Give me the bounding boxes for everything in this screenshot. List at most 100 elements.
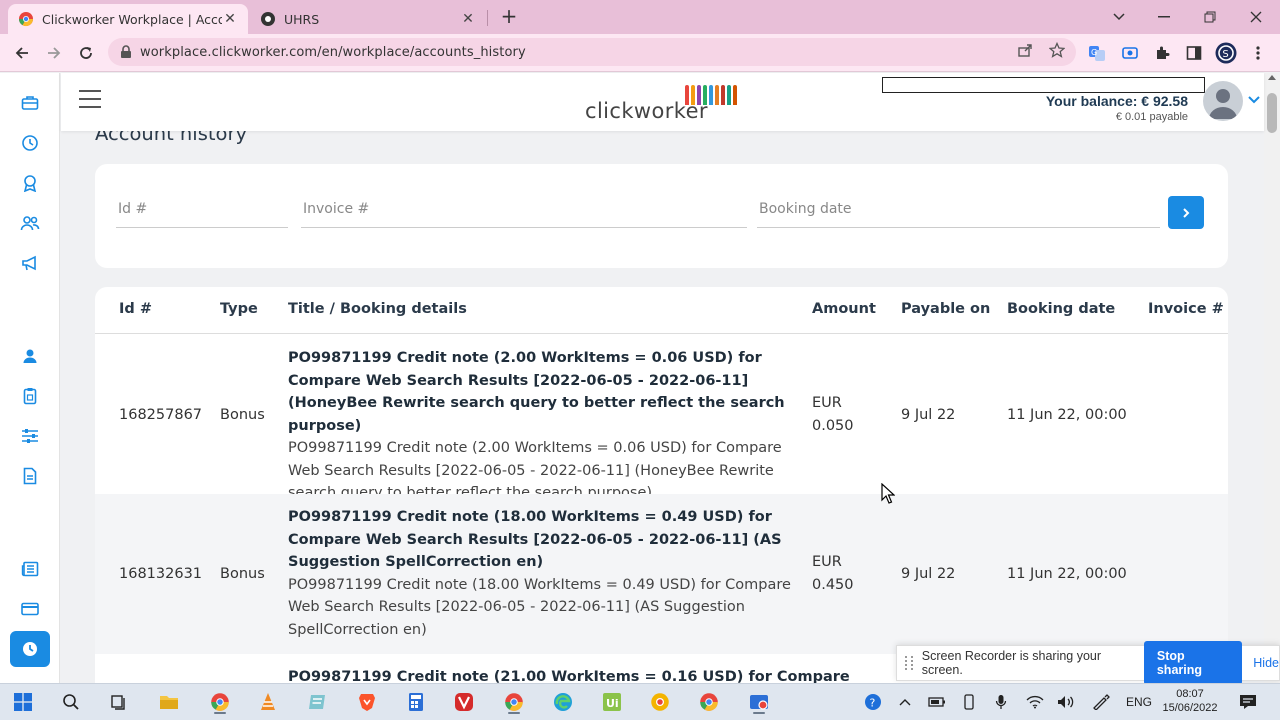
chrome-canary-icon[interactable] [647, 689, 673, 715]
account-history-table: Id # Type Title / Booking details Amount… [95, 287, 1228, 687]
bookmark-star-icon[interactable] [1048, 41, 1066, 59]
tab-uhrs[interactable]: UHRS ✕ [250, 4, 486, 34]
header-empty-box [882, 77, 1205, 93]
profile-avatar-icon[interactable]: S [1215, 42, 1237, 64]
table-row[interactable]: 168257867 Bonus PO99871199 Credit note (… [95, 334, 1228, 501]
screen-recorder-app-icon[interactable] [746, 689, 772, 715]
address-bar[interactable]: workplace.clickworker.com/en/workplace/a… [108, 38, 1076, 66]
chrome-favicon-icon [18, 11, 34, 27]
file-explorer-icon[interactable] [156, 689, 182, 715]
filter-card: Id # Invoice # Booking date [95, 164, 1228, 268]
column-header-type[interactable]: Type [220, 301, 258, 317]
profile-user-icon[interactable] [19, 345, 41, 367]
payment-card-icon[interactable] [19, 598, 41, 620]
microphone-icon[interactable] [992, 693, 1010, 711]
restore-button[interactable] [1195, 4, 1225, 30]
notes-app-icon[interactable] [305, 689, 331, 715]
chrome-profile-app-icon[interactable] [501, 689, 527, 715]
payable-amount: € 0.01 payable [1115, 111, 1188, 123]
forward-button[interactable] [42, 42, 66, 64]
close-tab-icon[interactable]: ✕ [222, 11, 238, 27]
history-clock-icon[interactable] [19, 132, 41, 154]
page-scrollbar[interactable] [1264, 73, 1280, 683]
id-filter-input[interactable]: Id # [116, 190, 288, 228]
user-avatar[interactable] [1203, 81, 1243, 121]
minimize-button[interactable] [1149, 4, 1179, 30]
community-users-icon[interactable] [19, 212, 41, 234]
url-text: workplace.clickworker.com/en/workplace/a… [140, 44, 526, 60]
screen-recorder-extension-icon[interactable] [1119, 42, 1141, 64]
extensions-puzzle-icon[interactable] [1151, 42, 1173, 64]
input-language-indicator[interactable]: ENG [1126, 695, 1152, 709]
reload-button[interactable] [74, 42, 98, 64]
scrollbar-thumb[interactable] [1267, 93, 1277, 133]
clickworker-logo[interactable]: clickworker [585, 85, 737, 123]
clock-date: 15/06/2022 [1162, 702, 1218, 714]
notifications-icon[interactable] [1238, 692, 1258, 712]
settings-sliders-icon[interactable] [19, 425, 41, 447]
row-description: PO99871199 Credit note (18.00 WorkItems … [288, 576, 791, 638]
announcements-megaphone-icon[interactable] [19, 252, 41, 274]
chrome-app-icon[interactable] [207, 689, 233, 715]
taskbar-clock[interactable]: 08:07 15/06/2022 [1160, 687, 1220, 715]
search-icon[interactable] [58, 689, 84, 715]
vlc-player-icon[interactable] [255, 689, 281, 715]
share-icon[interactable] [1016, 41, 1034, 59]
account-history-nav-item[interactable] [10, 631, 50, 667]
table-row[interactable]: 168132631 Bonus PO99871199 Credit note (… [95, 494, 1228, 654]
booking-date-filter-input[interactable]: Booking date [757, 190, 1160, 228]
invoice-filter-input[interactable]: Invoice # [301, 190, 747, 228]
tab-clickworker[interactable]: Clickworker Workplace | Account ✕ [8, 4, 248, 34]
scroll-up-arrow-icon[interactable] [1268, 75, 1276, 80]
drag-grip-icon[interactable] [905, 656, 913, 670]
row-amount: EUR 0.450 [812, 551, 854, 596]
show-hidden-icons-chevron-icon[interactable] [896, 693, 914, 711]
tab-search-icon[interactable] [1104, 4, 1134, 30]
close-tab-icon[interactable]: ✕ [460, 11, 476, 27]
row-amount: EUR 0.050 [812, 392, 854, 437]
column-header-title[interactable]: Title / Booking details [288, 301, 467, 317]
svg-text:?: ? [870, 697, 876, 710]
vivaldi-browser-icon[interactable] [451, 689, 477, 715]
battery-icon[interactable] [928, 693, 946, 711]
documents-file-icon[interactable] [19, 465, 41, 487]
assessments-clipboard-icon[interactable] [19, 385, 41, 407]
column-header-amount[interactable]: Amount [812, 301, 876, 317]
close-window-button[interactable] [1241, 4, 1271, 30]
side-panel-icon[interactable] [1183, 42, 1205, 64]
tab-divider [487, 10, 488, 26]
back-button[interactable] [10, 42, 34, 64]
svg-text:G: G [1091, 48, 1097, 57]
volume-icon[interactable] [1057, 693, 1075, 711]
task-view-icon[interactable] [106, 689, 132, 715]
column-header-booking-date[interactable]: Booking date [1007, 301, 1115, 317]
brave-browser-icon[interactable] [354, 689, 380, 715]
windows-start-icon[interactable] [10, 689, 36, 715]
edge-browser-icon[interactable] [550, 689, 576, 715]
new-tab-button[interactable]: + [498, 6, 520, 28]
stop-sharing-button[interactable]: Stop sharing [1143, 641, 1243, 685]
translate-extension-icon[interactable]: G [1086, 42, 1108, 64]
row-id: 168257867 [119, 407, 203, 423]
apply-filter-button[interactable] [1168, 196, 1204, 229]
column-header-id[interactable]: Id # [119, 301, 152, 317]
hide-sharing-bar-link[interactable]: Hide [1253, 656, 1279, 670]
lock-icon [120, 45, 132, 59]
achievement-badge-icon[interactable] [19, 172, 41, 194]
wifi-icon[interactable] [1026, 693, 1044, 711]
chevron-down-icon[interactable] [1247, 95, 1261, 109]
help-icon[interactable]: ? [864, 693, 882, 711]
calculator-icon[interactable] [403, 689, 429, 715]
news-newspaper-icon[interactable] [19, 558, 41, 580]
pen-ink-icon[interactable] [1092, 693, 1110, 711]
uipath-app-icon[interactable]: Ui [599, 689, 625, 715]
row-amount-value: 0.050 [812, 417, 854, 434]
jobs-briefcase-icon[interactable] [19, 92, 41, 114]
column-header-invoice[interactable]: Invoice # [1148, 301, 1224, 317]
browser-menu-icon[interactable] [1247, 42, 1269, 64]
phone-link-icon[interactable] [960, 693, 978, 711]
column-header-payable-on[interactable]: Payable on [901, 301, 990, 317]
hamburger-menu-icon[interactable] [79, 90, 101, 108]
chrome-beta-icon[interactable] [696, 689, 722, 715]
tab-title: Clickworker Workplace | Account [42, 11, 222, 27]
